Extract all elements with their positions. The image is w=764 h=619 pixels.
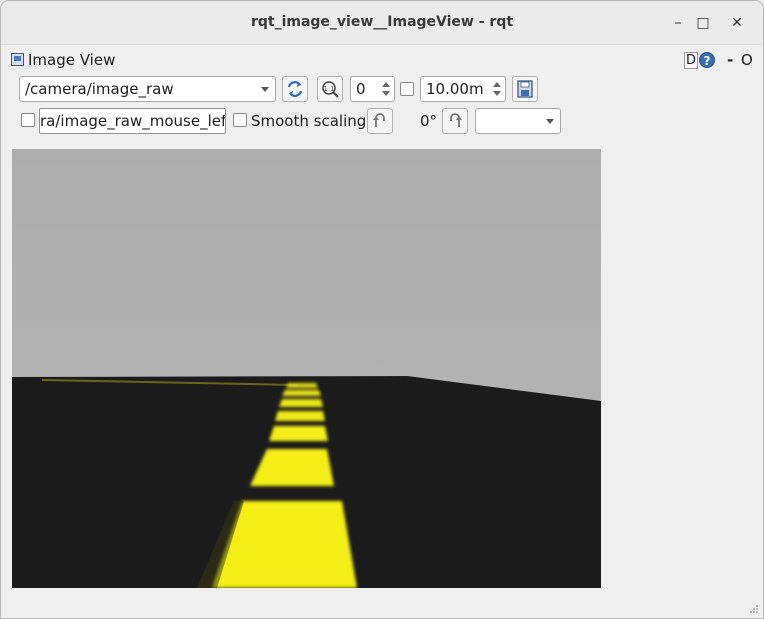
road-scene-image [12, 149, 601, 588]
spin-down-icon[interactable] [493, 91, 501, 96]
spin-up-icon[interactable] [382, 82, 390, 87]
zoom-spinbox[interactable]: 0 [350, 76, 395, 102]
rotation-label: 0° [420, 112, 438, 130]
svg-text:1:1: 1:1 [323, 85, 334, 93]
rotate-right-button[interactable] [442, 108, 468, 134]
plugin-header: Image View D ? - O [11, 51, 761, 69]
color-scheme-combobox[interactable] [475, 108, 561, 134]
zoom-value: 0 [356, 80, 366, 98]
chevron-down-icon [261, 87, 269, 92]
plugin-title: Image View [28, 51, 116, 69]
help-icon[interactable]: ? [699, 52, 715, 68]
minimize-plugin-button[interactable]: - [727, 51, 733, 69]
spin-up-icon[interactable] [493, 82, 501, 87]
resize-grip-icon[interactable] [749, 604, 759, 614]
rotate-right-icon [450, 113, 462, 127]
zoom-fit-button[interactable]: 1:1 [317, 76, 343, 102]
refresh-icon [287, 81, 303, 97]
save-icon [517, 80, 533, 98]
refresh-button[interactable] [282, 76, 308, 102]
smooth-scaling-checkbox[interactable] [233, 113, 247, 127]
mouse-topic-input[interactable]: ra/image_raw_mouse_left [39, 108, 226, 134]
minimize-button[interactable]: – [669, 14, 687, 32]
chevron-down-icon [546, 119, 554, 124]
maximize-button[interactable]: □ [694, 14, 712, 32]
close-button[interactable]: ✕ [728, 14, 746, 32]
title-bar: rqt_image_view__ImageView - rqt – □ ✕ [1, 1, 763, 45]
max-range-value: 10.00m [426, 80, 484, 98]
topic-value: /camera/image_raw [25, 80, 174, 98]
save-image-button[interactable] [512, 76, 538, 102]
mouse-publish-checkbox[interactable] [21, 113, 35, 127]
rotate-left-button[interactable] [367, 108, 393, 134]
rotate-left-icon [373, 113, 385, 127]
max-range-spinbox[interactable]: 10.00m [420, 76, 506, 102]
app-window: rqt_image_view__ImageView - rqt – □ ✕ Im… [0, 0, 764, 619]
dock-button[interactable]: D [684, 52, 698, 69]
zoom-fit-icon: 1:1 [322, 81, 339, 98]
mouse-topic-value: ra/image_raw_mouse_left [40, 112, 226, 130]
close-plugin-button[interactable]: O [741, 51, 753, 69]
image-view-icon [11, 53, 24, 66]
smooth-scaling-label: Smooth scaling [251, 112, 367, 130]
topic-combobox[interactable]: /camera/image_raw [19, 76, 276, 102]
dynamic-range-checkbox[interactable] [400, 82, 414, 96]
camera-image[interactable] [12, 149, 601, 588]
window-title: rqt_image_view__ImageView - rqt [250, 14, 514, 30]
spin-down-icon[interactable] [382, 91, 390, 96]
